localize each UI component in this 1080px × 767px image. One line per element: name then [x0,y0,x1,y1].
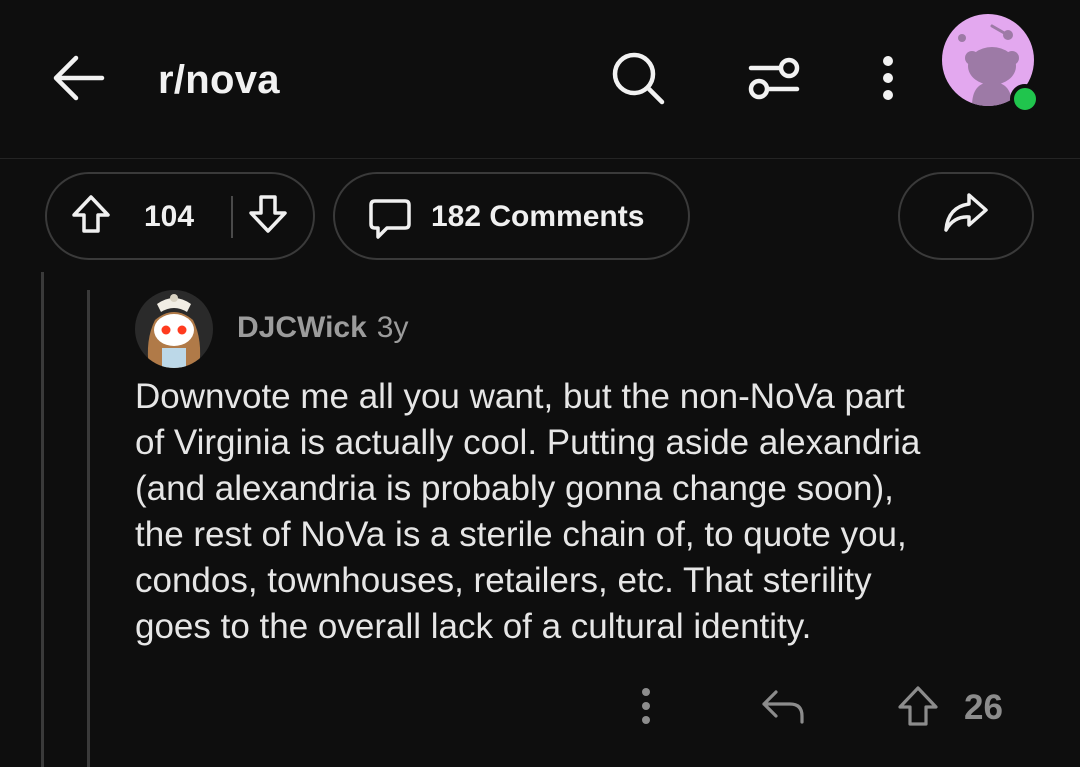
thread-line-child[interactable] [87,290,90,767]
more-vertical-icon [640,686,652,731]
page-title[interactable]: r/nova [158,58,280,103]
vote-divider [231,196,233,238]
online-status-indicator [1010,84,1040,114]
search-icon [610,50,666,111]
arrow-left-icon [50,54,106,107]
back-button[interactable] [46,48,110,112]
comments-count-label: 182 Comments [431,200,645,233]
filter-sliders-icon [746,53,802,108]
thread-line-parent[interactable] [41,272,44,767]
comment-more-button[interactable] [622,680,670,736]
reply-arrow-icon [758,686,806,731]
top-bar: r/nova [0,0,1080,159]
comment-score: 26 [964,688,1003,727]
comment-age: 3y [376,311,409,344]
upvote-button[interactable] [67,194,115,242]
upvote-arrow-icon [70,193,112,243]
downvote-arrow-icon [247,193,289,243]
filter-button[interactable] [742,48,806,112]
comment-reply-button[interactable] [754,682,810,734]
comment-bubble-icon [365,194,415,244]
post-score: 104 [144,200,195,233]
comments-button[interactable]: 182 Comments [333,172,690,260]
vote-control: 104 [45,172,315,260]
share-button[interactable] [898,172,1034,260]
more-options-button[interactable] [856,48,920,112]
upvote-arrow-icon [896,684,940,733]
share-arrow-icon [942,190,990,242]
comment-author[interactable]: DJCWick [237,311,367,344]
more-vertical-icon [880,53,896,108]
comment-upvote-button[interactable] [892,682,944,734]
downvote-button[interactable] [244,194,292,242]
commenter-avatar[interactable] [135,290,213,368]
comment-body: Downvote me all you want, but the non-No… [135,377,921,646]
commenter-snoo-avatar-icon [147,294,201,368]
search-button[interactable] [606,48,670,112]
comment-meta: DJCWick 3y [237,311,408,345]
